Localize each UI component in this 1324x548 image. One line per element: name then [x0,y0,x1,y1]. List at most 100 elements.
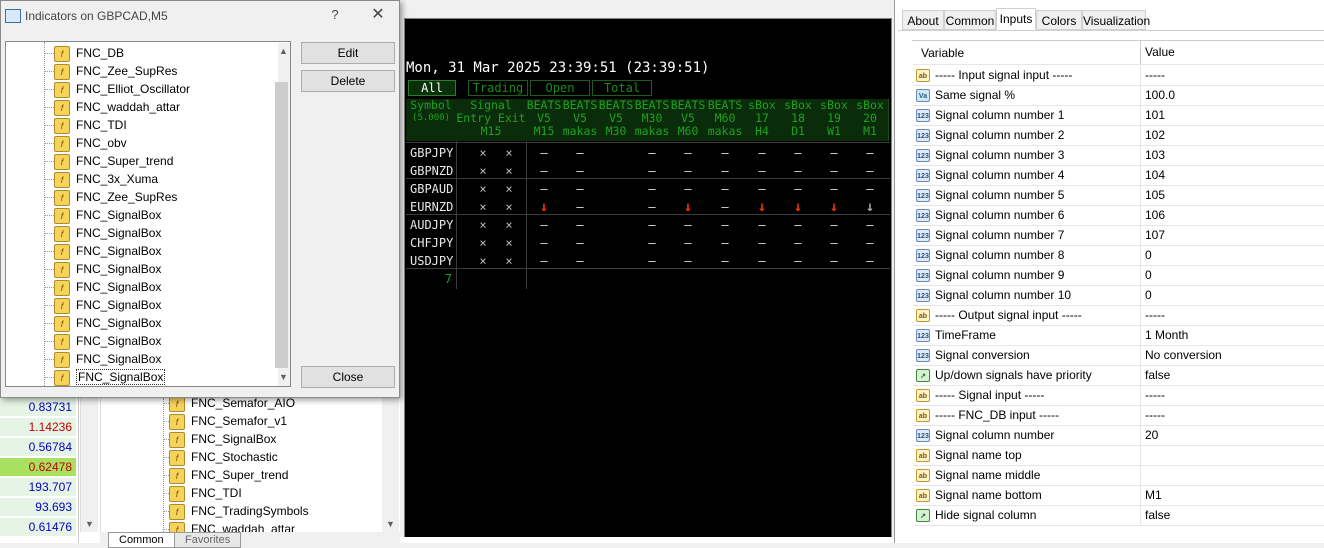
table-row[interactable]: ↗ Hide signal column false [913,506,1324,526]
filter-tab-total[interactable]: Total [592,80,652,96]
navigator-item[interactable]: f FNC_Stochastic [169,448,278,466]
symbol-cell[interactable]: CHFJPY [406,234,456,252]
tree-item[interactable]: f FNC_SignalBox [54,242,161,260]
table-row[interactable]: 123 TimeFrame 1 Month [913,326,1324,346]
variable-value[interactable]: false [1140,506,1324,525]
variable-value[interactable]: 103 [1140,146,1324,165]
tree-item[interactable]: f FNC_obv [54,134,127,152]
navigator-item[interactable]: f FNC_Super_trend [169,466,288,484]
table-row[interactable]: 123 Signal column number 3 103 [913,146,1324,166]
tree-item[interactable]: f FNC_SignalBox [54,206,161,224]
variable-value[interactable]: 1 Month [1140,326,1324,345]
variable-value[interactable]: false [1140,366,1324,385]
variable-value[interactable]: 20 [1140,426,1324,445]
scroll-down-icon[interactable]: ▼ [276,370,290,385]
tree-item[interactable]: f FNC_SignalBox [54,224,161,242]
variable-value[interactable]: 107 [1140,226,1324,245]
tree-item[interactable]: f FNC_DB [54,44,124,62]
navigator-item[interactable]: f FNC_SignalBox [169,430,276,448]
navigator-item[interactable]: f FNC_Semafor_v1 [169,412,287,430]
tree-item[interactable]: f FNC_Zee_SupRes [54,62,177,80]
variable-value[interactable]: ----- [1140,386,1324,405]
close-button[interactable]: Close [301,366,395,388]
navigator-scrollbar[interactable]: ▼ [382,398,399,532]
tree-item[interactable]: f FNC_SignalBox [54,314,161,332]
table-row[interactable]: Va Same signal % 100.0 [913,86,1324,106]
tree-item[interactable]: f FNC_Super_trend [54,152,173,170]
tree-item[interactable]: f FNC_TDI [54,116,127,134]
table-row[interactable]: ab ----- Output signal input ----- ----- [913,306,1324,326]
variable-value[interactable]: 0 [1140,286,1324,305]
tab-common[interactable]: Common [108,532,175,548]
table-row[interactable]: 123 Signal conversion No conversion [913,346,1324,366]
table-row[interactable]: 123 Signal column number 10 0 [913,286,1324,306]
tree-item[interactable]: f FNC_SignalBox [54,296,161,314]
variable-value[interactable] [1140,446,1324,465]
table-row[interactable]: 123 Signal column number 6 106 [913,206,1324,226]
table-row[interactable]: ab ----- Input signal input ----- ----- [913,66,1324,86]
navigator-item[interactable]: f FNC_TDI [169,484,242,502]
tree-item[interactable]: f FNC_SignalBox [54,368,166,386]
navigator-item[interactable]: f FNC_TradingSymbols [169,502,309,520]
table-row[interactable]: 123 Signal column number 20 [913,426,1324,446]
tree-item[interactable]: f FNC_3x_Xuma [54,170,158,188]
symbol-cell[interactable]: AUDJPY [406,216,456,234]
table-row[interactable]: 123 Signal column number 8 0 [913,246,1324,266]
tree-scroll-thumb[interactable] [275,82,288,368]
table-row[interactable]: ab ----- Signal input ----- ----- [913,386,1324,406]
table-row[interactable]: ab ----- FNC_DB input ----- ----- [913,406,1324,426]
tree-item[interactable]: f FNC_SignalBox [54,278,161,296]
variable-value[interactable]: 0 [1140,266,1324,285]
variable-value[interactable]: M1 [1140,486,1324,505]
scroll-down-icon[interactable]: ▼ [383,517,398,532]
variable-value[interactable]: 102 [1140,126,1324,145]
variable-value[interactable]: ----- [1140,66,1324,85]
table-row[interactable]: ab Signal name middle [913,466,1324,486]
scroll-up-icon[interactable]: ▲ [276,44,290,59]
close-icon[interactable]: ✕ [367,5,389,25]
table-row[interactable]: 123 Signal column number 4 104 [913,166,1324,186]
tab-visualization[interactable]: Visualization [1082,10,1150,30]
variable-value[interactable]: 0 [1140,246,1324,265]
market-watch-scrollbar[interactable]: ▼ [80,398,98,532]
tree-item[interactable]: f FNC_Zee_SupRes [54,188,177,206]
table-row[interactable]: 123 Signal column number 1 101 [913,106,1324,126]
chart-window[interactable] [404,18,892,539]
variable-value[interactable]: 106 [1140,206,1324,225]
tab-inputs[interactable]: Inputs [996,8,1036,30]
variable-value[interactable]: 101 [1140,106,1324,125]
table-row[interactable]: 123 Signal column number 9 0 [913,266,1324,286]
help-icon[interactable]: ? [327,7,343,23]
filter-tab-open[interactable]: Open [530,80,590,96]
scroll-down-icon[interactable]: ▼ [82,517,97,532]
table-row[interactable]: 123 Signal column number 7 107 [913,226,1324,246]
table-row[interactable]: ab Signal name bottom M1 [913,486,1324,506]
variable-value[interactable] [1140,466,1324,485]
tree-item[interactable]: f FNC_waddah_attar [54,98,180,116]
tab-common[interactable]: Common [944,10,996,30]
table-row[interactable]: 123 Signal column number 2 102 [913,126,1324,146]
tree-item[interactable]: f FNC_SignalBox [54,332,161,350]
tree-item[interactable]: f FNC_SignalBox [54,350,161,368]
tab-colors[interactable]: Colors [1036,10,1082,30]
table-row[interactable]: ab Signal name top [913,446,1324,466]
variable-value[interactable]: No conversion [1140,346,1324,365]
variable-value[interactable]: 105 [1140,186,1324,205]
filter-tab-all[interactable]: All [408,80,456,96]
symbol-cell[interactable]: GBPAUD [406,180,456,198]
tab-favorites[interactable]: Favorites [174,532,242,548]
variable-value[interactable]: ----- [1140,306,1324,325]
tree-item[interactable]: f FNC_Elliot_Oscillator [54,80,190,98]
tab-about[interactable]: About [902,10,944,30]
symbol-cell[interactable]: GBPJPY [406,144,456,162]
edit-button[interactable]: Edit [301,42,395,64]
variable-value[interactable]: 100.0 [1140,86,1324,105]
table-row[interactable]: 123 Signal column number 5 105 [913,186,1324,206]
signal-cell: – [866,182,874,196]
delete-button[interactable]: Delete [301,70,395,92]
variable-value[interactable]: 104 [1140,166,1324,185]
tree-item[interactable]: f FNC_SignalBox [54,260,161,278]
table-row[interactable]: ↗ Up/down signals have priority false [913,366,1324,386]
filter-tab-trading[interactable]: Trading [468,80,528,96]
variable-value[interactable]: ----- [1140,406,1324,425]
